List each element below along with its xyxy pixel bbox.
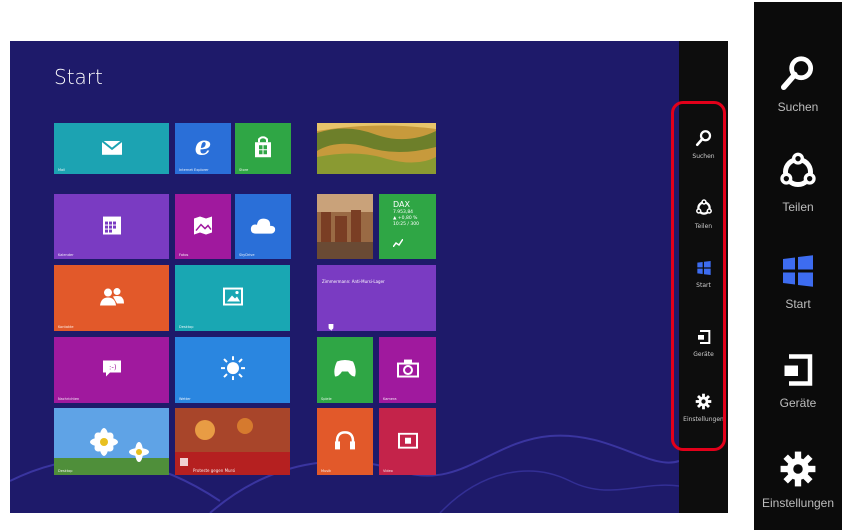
zoom-charm-search[interactable]: Suchen (754, 54, 842, 114)
tile-camera[interactable]: Kamera (379, 337, 436, 403)
tile-label: SkyDrive (239, 253, 255, 257)
tile-label: Video (383, 469, 393, 473)
tile-label: Mail (58, 168, 66, 172)
finance-value: 7.953,84 (393, 210, 414, 215)
charm-label: Suchen (777, 100, 819, 114)
tile-label: Wetter (179, 397, 191, 401)
tile-label: Proteste gegen Mursi (193, 468, 236, 473)
tile-label: Store (239, 168, 249, 172)
calendar-icon (102, 216, 121, 235)
share-icon (780, 152, 816, 187)
tile-music[interactable]: Musik (317, 408, 373, 475)
tile-sports[interactable]: Zimmermann: Anti-Mursi-Lager (317, 265, 436, 331)
sports-headline: Zimmermann: Anti-Mursi-Lager (322, 279, 385, 284)
tile-label: Fotos (179, 253, 189, 257)
tile-photos[interactable]: Fotos (175, 194, 231, 259)
tile-label: Nachrichten (58, 397, 80, 401)
camera-icon (396, 359, 419, 378)
finance-value: ▲ +0,80 % (393, 216, 418, 221)
trophy-icon (327, 317, 335, 331)
xbox-icon (333, 360, 357, 378)
tile-news[interactable]: Proteste gegen Mursi (175, 408, 290, 475)
tile-travel[interactable] (317, 123, 436, 174)
charm-label: Start (785, 297, 811, 311)
video-icon (397, 432, 418, 449)
separator-gap (728, 0, 754, 530)
tile-daisies[interactable]: Desktop (54, 408, 169, 475)
internet-explorer-icon: e (194, 131, 212, 162)
tile-games[interactable]: Spiele (317, 337, 373, 403)
tile-label: Kamera (383, 397, 397, 401)
gear-icon (780, 451, 816, 487)
charm-label: Geräte (779, 396, 817, 410)
tile-label: Desktop (58, 469, 73, 473)
devices-icon (784, 354, 813, 386)
tile-mail[interactable]: Mail (54, 123, 169, 174)
tile-people[interactable]: Kontakte (54, 265, 169, 331)
svg-text::-): :-) (109, 364, 117, 372)
photos-icon (193, 216, 213, 235)
tile-label: Internet Explorer (179, 168, 209, 172)
headphones-icon (334, 430, 356, 450)
windows-icon (783, 255, 813, 287)
tile-desktop[interactable]: Desktop (175, 265, 290, 331)
store-icon (254, 135, 272, 158)
search-icon (780, 56, 814, 91)
charm-highlight-circle (671, 101, 726, 451)
charm-bar-zoom: Suchen Teilen Start Geräte Einstellungen (754, 2, 842, 530)
sun-icon (220, 356, 245, 381)
tile-label: Kalender (58, 253, 74, 257)
zoom-charm-start[interactable]: Start (754, 253, 842, 311)
zoom-charm-share[interactable]: Teilen (754, 152, 842, 214)
start-screen: Start Mail e Internet Explorer Store Kalende… (10, 41, 728, 513)
finance-value: 10:25 / 300 (393, 222, 419, 227)
chart-icon (392, 232, 404, 251)
finance-title: DAX (393, 200, 410, 209)
tile-store[interactable]: Store (235, 123, 291, 174)
tile-city[interactable] (317, 194, 373, 259)
tile-finance[interactable]: DAX 7.953,84 ▲ +0,80 % 10:25 / 300 (379, 194, 436, 259)
page-title: Start (54, 65, 103, 89)
charm-label: Teilen (782, 200, 814, 214)
zoom-charm-settings[interactable]: Einstellungen (754, 450, 842, 510)
tile-label: Spiele (321, 397, 332, 401)
cloud-icon (250, 217, 276, 234)
tile-label: Desktop (179, 325, 194, 329)
tile-internet-explorer[interactable]: e Internet Explorer (175, 123, 231, 174)
tile-skydrive[interactable]: SkyDrive (235, 194, 291, 259)
charm-label: Einstellungen (761, 496, 835, 510)
mail-icon (101, 140, 122, 155)
tile-label: Kontakte (58, 325, 74, 329)
tile-weather[interactable]: Wetter (175, 337, 290, 403)
tile-messaging[interactable]: :-) Nachrichten (54, 337, 169, 403)
people-icon (99, 288, 124, 306)
messaging-icon: :-) (102, 360, 122, 378)
tile-calendar[interactable]: Kalender (54, 194, 169, 259)
tile-video[interactable]: Video (379, 408, 436, 475)
picture-icon (222, 287, 243, 306)
tile-label: Musik (321, 469, 332, 473)
zoom-charm-devices[interactable]: Geräte (754, 352, 842, 410)
